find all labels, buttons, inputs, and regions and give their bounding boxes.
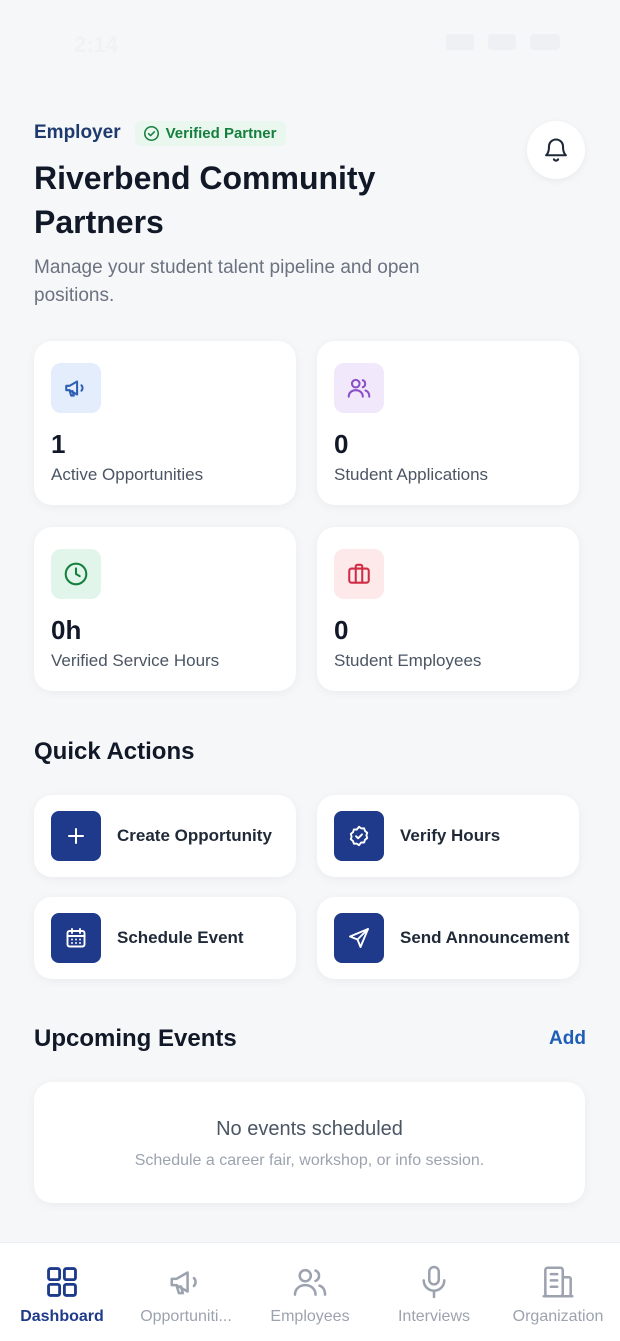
tab-dashboard[interactable]: Dashboard [0,1243,124,1341]
tab-label: Organization [512,1308,604,1325]
qa-icon-bg [334,913,384,963]
qa-label: Verify Hours [400,826,501,845]
battery-icon [530,34,560,50]
header: Employer Verified Partner Riverbend Comm… [34,118,594,310]
tab-label: Dashboard [20,1308,104,1325]
stat-value: 0 [334,615,349,645]
stat-value: 0h [51,615,82,645]
microphone-icon [422,1265,446,1299]
schedule-event-button[interactable]: Schedule Event [34,897,296,979]
stat-label: Verified Service Hours [51,651,220,670]
role-label: Employer [34,122,121,143]
tab-label: Employees [270,1308,350,1325]
qa-icon-bg [51,913,101,963]
status-bar: 2:14 [0,0,620,92]
stat-label: Student Applications [334,465,489,484]
building-icon [542,1266,574,1298]
qa-label: Create Opportunity [117,826,272,845]
megaphone-icon [170,1271,197,1295]
role-row: Employer Verified Partner [34,118,594,148]
quick-actions-title: Quick Actions [34,738,195,765]
stat-icon-bg [334,363,384,413]
events-empty-title: No events scheduled [216,1118,403,1140]
qa-icon-bg [51,811,101,861]
stat-card-verified-service-hours[interactable]: 0h Verified Service Hours [34,527,296,691]
verified-badge: Verified Partner [134,120,287,146]
grid-icon [47,1267,77,1297]
status-indicators [446,34,560,50]
stat-icon-bg [51,549,101,599]
megaphone-icon [65,380,84,397]
stat-card-student-applications[interactable]: 0 Student Applications [317,341,579,505]
briefcase-icon [348,563,370,584]
verify-hours-button[interactable]: Verify Hours [317,795,579,877]
users-icon [347,378,371,398]
send-announcement-button[interactable]: Send Announcement [317,897,579,979]
events-empty-hint: Schedule a career fair, workshop, or inf… [134,1152,485,1169]
tab-interviews[interactable]: Interviews [372,1243,496,1341]
stat-icon-bg [334,549,384,599]
events-empty-card: No events scheduled Schedule a career fa… [34,1082,585,1203]
tab-opportunities[interactable]: Opportuniti... [124,1243,248,1341]
tab-label: Interviews [397,1308,471,1325]
page-title: Riverbend Community Partners [34,160,376,240]
stat-value: 0 [334,429,349,459]
tab-employees[interactable]: Employees [248,1243,372,1341]
users-icon [293,1268,327,1296]
wifi-icon [488,34,516,50]
upcoming-events-title: Upcoming Events [34,1025,237,1052]
calendar-icon [66,928,86,948]
status-time: 2:14 [74,32,119,57]
send-icon [349,928,369,948]
check-circle-icon [143,125,159,141]
stat-card-active-opportunities[interactable]: 1 Active Opportunities [34,341,296,505]
stat-label: Student Employees [334,651,482,670]
bell-icon [545,138,567,162]
add-event-link[interactable]: Add [549,1028,586,1050]
clock-icon [64,562,88,586]
bottom-tab-bar: Dashboard Opportuniti... Employees Inter… [0,1242,620,1341]
stat-label: Active Opportunities [51,465,204,484]
notifications-button[interactable] [527,121,585,179]
qa-label: Schedule Event [117,928,244,947]
create-opportunity-button[interactable]: Create Opportunity [34,795,296,877]
plus-icon [68,828,84,844]
tab-label: Opportuniti... [140,1308,232,1325]
badge-check-icon [349,825,369,847]
stat-icon-bg [51,363,101,413]
qa-icon-bg [334,811,384,861]
stat-value: 1 [51,429,66,459]
page-subtitle: Manage your student talent pipeline and … [34,257,420,306]
tab-organization[interactable]: Organization [496,1243,620,1341]
qa-label: Send Announcement [400,928,570,947]
verified-badge-text: Verified Partner [165,124,277,142]
stat-card-student-employees[interactable]: 0 Student Employees [317,527,579,691]
signal-icon [446,34,474,50]
